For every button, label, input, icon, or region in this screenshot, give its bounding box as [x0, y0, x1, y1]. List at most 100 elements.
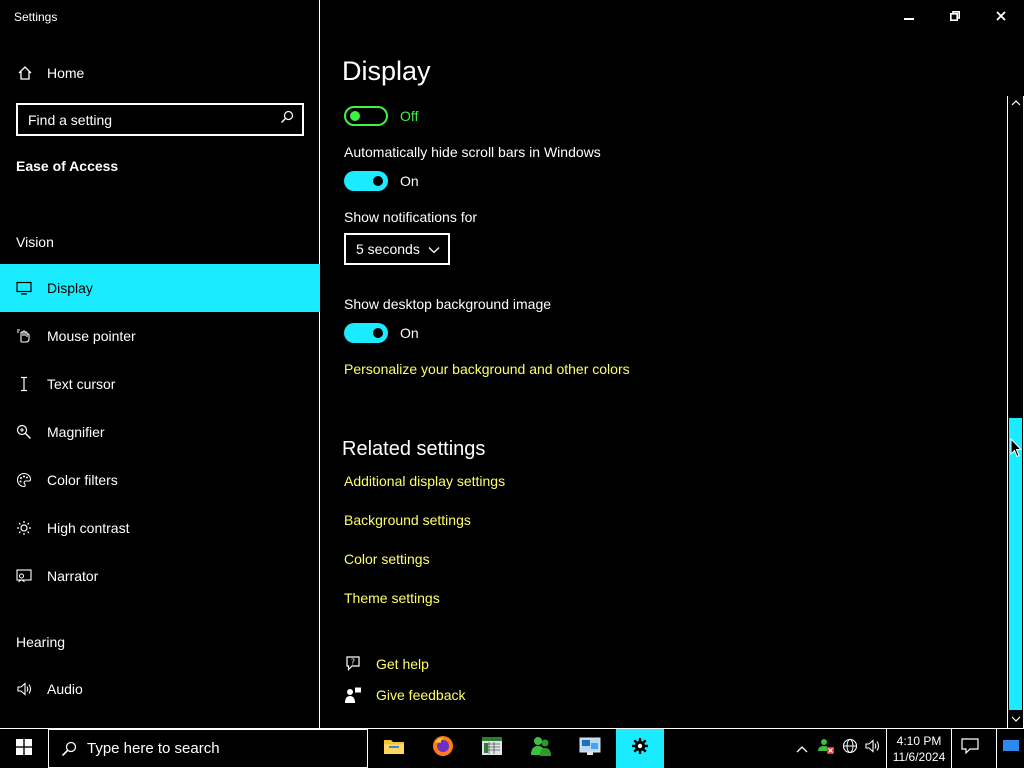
taskbar-file-explorer[interactable]	[370, 729, 418, 768]
scroll-down-arrow-icon[interactable]	[1008, 712, 1023, 726]
tray-language[interactable]	[838, 729, 862, 768]
chevron-down-icon	[428, 243, 440, 259]
sidebar-item-text-cursor[interactable]: Text cursor	[0, 360, 320, 408]
desktop-background-state: On	[400, 325, 419, 341]
notifications-duration-value: 5 seconds	[356, 241, 420, 257]
hide-scrollbars-state: On	[400, 173, 419, 189]
file-explorer-icon	[383, 737, 405, 760]
audio-icon	[16, 681, 32, 697]
get-help-label: Get help	[376, 656, 429, 672]
hide-scrollbars-toggle[interactable]	[344, 171, 388, 191]
taskbar-search-box[interactable]: Type here to search	[48, 729, 368, 768]
give-feedback-link[interactable]: Give feedback	[344, 686, 466, 704]
taskbar-remote-desktop[interactable]	[566, 729, 614, 768]
help-icon: ?	[344, 655, 362, 673]
start-button[interactable]	[0, 729, 48, 768]
sidebar-item-mouse-pointer[interactable]: Mouse pointer	[0, 312, 320, 360]
clock-time: 4:10 PM	[896, 733, 942, 748]
firefox-icon	[432, 735, 454, 762]
scroll-up-arrow-icon[interactable]	[1008, 96, 1023, 110]
clock-date: 11/6/2024	[892, 749, 946, 764]
remote-desktop-icon	[579, 736, 601, 761]
high-contrast-icon	[16, 520, 32, 536]
taskbar-spreadsheet-app[interactable]	[468, 729, 516, 768]
windows-logo-icon	[16, 738, 32, 760]
sidebar-item-label: Narrator	[47, 568, 99, 584]
globe-icon	[842, 738, 858, 759]
desktop-background-label: Show desktop background image	[344, 296, 552, 312]
tray-volume[interactable]	[862, 729, 884, 768]
find-setting-input[interactable]	[28, 111, 280, 128]
navigation-pane: Settings Home Ease of Access Vision Disp…	[0, 0, 320, 728]
notifications-duration-dropdown[interactable]: 5 seconds	[344, 233, 450, 265]
color-filters-icon	[16, 472, 32, 488]
group-label-vision: Vision	[16, 234, 54, 250]
sidebar-item-magnifier[interactable]: Magnifier	[0, 408, 320, 456]
group-label-hearing: Hearing	[16, 634, 66, 650]
feedback-icon	[344, 686, 362, 704]
sidebar-item-label: Magnifier	[47, 424, 105, 440]
text-cursor-icon	[16, 376, 32, 392]
sidebar-item-label: Mouse pointer	[47, 328, 136, 344]
sidebar-item-audio[interactable]: Audio	[0, 665, 320, 713]
show-desktop-icon	[1002, 739, 1020, 758]
window-title: Settings	[14, 10, 58, 24]
get-help-link[interactable]: ? Get help	[344, 655, 429, 673]
mouse-cursor-icon	[1010, 437, 1023, 463]
background-settings-link[interactable]: Background settings	[344, 512, 471, 528]
notification-icon	[961, 738, 979, 759]
show-hidden-icons-button[interactable]	[790, 729, 814, 768]
spreadsheet-app-icon	[481, 736, 503, 761]
tray-network-status[interactable]	[814, 729, 838, 768]
additional-display-settings-link[interactable]: Additional display settings	[344, 473, 505, 489]
page-title: Display	[342, 56, 431, 86]
personalize-link[interactable]: Personalize your background and other co…	[344, 361, 630, 377]
notifications-label: Show notifications for	[344, 209, 478, 225]
sidebar-item-label: Audio	[47, 681, 83, 697]
sidebar-item-narrator[interactable]: Narrator	[0, 552, 320, 600]
sidebar-item-label: High contrast	[47, 520, 130, 536]
narrator-icon	[16, 568, 32, 584]
home-label: Home	[47, 65, 85, 81]
toggle-row-desktop-background: On	[344, 323, 419, 343]
taskbar-search-placeholder: Type here to search	[87, 740, 220, 757]
sidebar-item-label: Color filters	[47, 472, 118, 488]
taskbar-clock[interactable]: 4:10 PM 11/6/2024	[886, 729, 952, 768]
sidebar-item-high-contrast[interactable]: High contrast	[0, 504, 320, 552]
magnifier-icon	[16, 424, 32, 440]
taskbar: Type here to search 4:10 PM 11/6/2024	[0, 728, 1024, 768]
action-center-button[interactable]	[954, 729, 986, 768]
search-icon	[61, 741, 77, 757]
home-link[interactable]: Home	[16, 60, 84, 86]
desktop-background-toggle[interactable]	[344, 323, 388, 343]
show-desktop-button[interactable]	[996, 729, 1024, 768]
find-setting-search[interactable]	[16, 103, 304, 136]
svg-text:?: ?	[351, 658, 355, 667]
taskbar-people-app[interactable]	[517, 729, 565, 768]
give-feedback-label: Give feedback	[376, 687, 466, 703]
monitor-icon	[16, 280, 32, 296]
sidebar-item-color-filters[interactable]: Color filters	[0, 456, 320, 504]
toggle-row-hide-scrollbars: On	[344, 171, 419, 191]
hide-scrollbars-label: Automatically hide scroll bars in Window…	[344, 144, 601, 160]
sidebar-item-label: Display	[47, 280, 93, 296]
home-icon	[16, 64, 34, 82]
settings-content: Display Off Automatically hide scroll ba…	[321, 0, 1007, 728]
first-toggle-switch[interactable]	[344, 106, 388, 126]
people-app-icon	[529, 735, 553, 762]
settings-gear-icon	[631, 737, 649, 760]
sidebar-item-display[interactable]: Display	[0, 264, 320, 312]
theme-settings-link[interactable]: Theme settings	[344, 590, 440, 606]
related-settings-heading: Related settings	[342, 438, 486, 460]
chevron-up-icon	[796, 740, 808, 758]
color-settings-link[interactable]: Color settings	[344, 551, 430, 567]
content-scrollbar[interactable]	[1007, 96, 1024, 728]
network-warning-icon	[817, 737, 835, 760]
sidebar-item-label: Text cursor	[47, 376, 116, 392]
taskbar-firefox[interactable]	[419, 729, 467, 768]
mouse-pointer-icon	[16, 328, 32, 344]
taskbar-settings[interactable]	[616, 729, 664, 768]
toggle-row-first: Off	[344, 106, 418, 126]
search-icon[interactable]	[280, 110, 294, 129]
first-toggle-state: Off	[400, 108, 419, 124]
